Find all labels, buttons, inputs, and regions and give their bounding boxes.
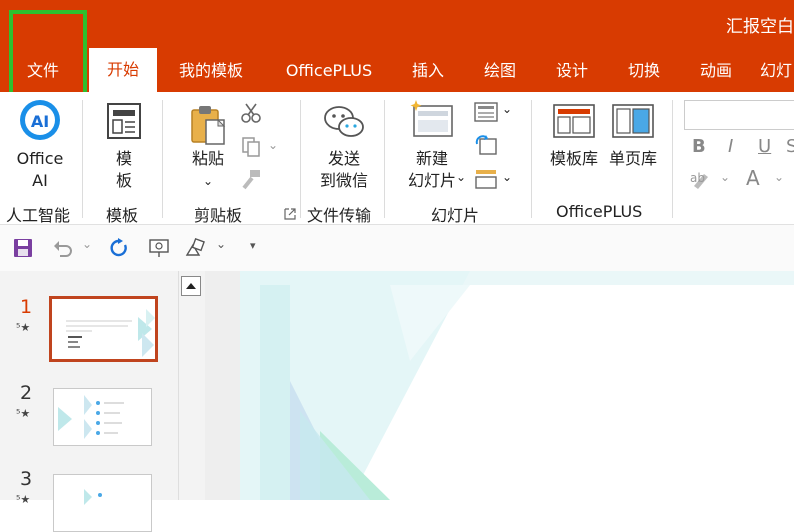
wechat-label1: 发送 bbox=[327, 149, 360, 168]
italic-button[interactable]: I bbox=[728, 136, 733, 157]
group-separator bbox=[531, 100, 532, 218]
group-slides-label: 幻灯片 bbox=[431, 206, 480, 225]
shapes-dropdown-icon[interactable]: ⌄ bbox=[216, 237, 226, 251]
bold-button[interactable]: B bbox=[692, 136, 706, 157]
new-slide-icon bbox=[410, 100, 453, 137]
tab-insert[interactable]: 插入 bbox=[400, 50, 456, 92]
ribbon: AI Office AI 人工智能 模 板 模板 粘贴 ⌄ ⌄ 剪贴板 发送 到… bbox=[0, 92, 794, 225]
section-dropdown-icon[interactable]: ⌄ bbox=[502, 170, 512, 184]
group-separator bbox=[82, 100, 83, 218]
cut-icon[interactable] bbox=[240, 102, 262, 124]
document-title: 汇报空白 bbox=[726, 17, 794, 37]
scroll-up-button[interactable] bbox=[181, 276, 201, 296]
tab-slideshow[interactable]: 幻灯 bbox=[760, 50, 794, 92]
template-button[interactable]: 模 板 bbox=[98, 100, 150, 200]
tab-my-templates[interactable]: 我的模板 bbox=[168, 50, 254, 92]
slide-number: 3 bbox=[20, 468, 33, 490]
wechat-icon bbox=[324, 106, 364, 137]
group-officeplus-label: OfficePLUS bbox=[556, 202, 643, 221]
group-separator bbox=[162, 100, 163, 218]
group-clipboard-label: 剪贴板 bbox=[194, 206, 243, 225]
office-ai-label2: AI bbox=[32, 171, 48, 190]
new-slide-label1: 新建 bbox=[415, 149, 448, 168]
thumbnail-scrollbar[interactable] bbox=[178, 271, 206, 500]
font-color-dropdown-icon[interactable]: ⌄ bbox=[774, 170, 784, 184]
reset-icon[interactable] bbox=[474, 134, 498, 156]
group-file-transfer-label: 文件传输 bbox=[307, 206, 372, 225]
paste-icon bbox=[191, 106, 226, 145]
quick-access-toolbar: ⌄ ⌄ ▾ bbox=[0, 225, 794, 271]
tab-draw[interactable]: 绘图 bbox=[472, 50, 528, 92]
slide-thumbnail-preview bbox=[52, 299, 155, 359]
office-ai-button[interactable]: AI Office AI bbox=[8, 98, 72, 198]
tab-transitions[interactable]: 切换 bbox=[616, 50, 672, 92]
slide-thumbnail-preview bbox=[54, 475, 151, 531]
slide-thumbnail-3[interactable] bbox=[53, 474, 152, 532]
template-label2: 板 bbox=[115, 171, 132, 190]
svg-text:ab: ab bbox=[690, 171, 705, 185]
customize-toolbar-icon[interactable]: ▾ bbox=[250, 239, 256, 252]
slide-thumbnail-preview bbox=[54, 389, 151, 445]
highlight-dropdown-icon[interactable]: ⌄ bbox=[720, 170, 730, 184]
paste-label: 粘贴 bbox=[191, 149, 224, 168]
highlight-pen-icon[interactable]: ab bbox=[690, 168, 714, 190]
tab-home[interactable]: 开始 bbox=[89, 48, 157, 92]
new-slide-button[interactable]: 新建 幻灯片 ⌄ bbox=[394, 98, 470, 200]
group-separator bbox=[300, 100, 301, 218]
save-icon[interactable] bbox=[12, 237, 34, 259]
format-painter-icon[interactable] bbox=[240, 168, 262, 190]
redo-icon[interactable] bbox=[108, 237, 130, 259]
slide-number: 1 bbox=[20, 296, 33, 318]
office-ai-label1: Office bbox=[16, 149, 64, 168]
layout-dropdown-icon[interactable]: ⌄ bbox=[502, 102, 512, 116]
group-ai-label: 人工智能 bbox=[6, 206, 71, 225]
ai-icon: AI bbox=[20, 100, 60, 140]
current-slide[interactable] bbox=[240, 271, 794, 500]
new-slide-dropdown-icon[interactable]: ⌄ bbox=[456, 170, 466, 184]
undo-dropdown-icon[interactable]: ⌄ bbox=[82, 237, 92, 251]
single-page-library-button[interactable]: 单页库 bbox=[604, 100, 662, 170]
template-library-button[interactable]: 模板库 bbox=[544, 100, 604, 170]
slide-thumbnail-2[interactable] bbox=[53, 388, 152, 446]
group-template-label: 模板 bbox=[106, 206, 139, 225]
undo-icon[interactable] bbox=[52, 237, 74, 259]
layout-icon[interactable] bbox=[474, 102, 498, 122]
slide-thumbnail-pane: 1 ⁵★ 2 ⁵★ 3 ⁵★ bbox=[0, 271, 178, 532]
copy-dropdown-icon[interactable]: ⌄ bbox=[268, 138, 278, 152]
single-page-library-label: 单页库 bbox=[608, 149, 657, 168]
strikethrough-button[interactable]: S bbox=[786, 136, 794, 157]
svg-text:AI: AI bbox=[31, 112, 49, 131]
template-icon bbox=[107, 103, 141, 139]
single-page-library-icon bbox=[612, 104, 654, 138]
template-library-label: 模板库 bbox=[549, 149, 598, 168]
slide-thumbnail-1[interactable] bbox=[49, 296, 158, 362]
ribbon-tab-bar: 汇报空白 文件 开始 我的模板 OfficePLUS 插入 绘图 设计 切换 动… bbox=[0, 0, 794, 92]
font-color-button[interactable]: A bbox=[746, 166, 760, 190]
dialog-launcher-icon[interactable] bbox=[284, 208, 296, 220]
group-separator bbox=[672, 100, 673, 218]
template-library-icon bbox=[553, 104, 595, 138]
shapes-icon[interactable] bbox=[184, 237, 206, 259]
slide-number: 2 bbox=[20, 382, 33, 404]
underline-button[interactable]: U bbox=[758, 136, 771, 157]
group-separator bbox=[384, 100, 385, 218]
tab-officeplus[interactable]: OfficePLUS bbox=[278, 50, 380, 92]
animation-star-icon: ⁵★ bbox=[16, 321, 31, 334]
paste-button[interactable]: 粘贴 ⌄ bbox=[180, 100, 236, 200]
slide-editor-area bbox=[205, 271, 794, 500]
copy-icon[interactable] bbox=[240, 136, 262, 158]
slide-background-art bbox=[240, 271, 794, 500]
section-icon[interactable] bbox=[474, 168, 498, 190]
wechat-label2: 到微信 bbox=[319, 171, 368, 190]
slideshow-icon[interactable] bbox=[148, 237, 170, 259]
font-name-input[interactable] bbox=[684, 100, 794, 130]
template-label1: 模 bbox=[115, 149, 132, 168]
paste-dropdown-icon[interactable]: ⌄ bbox=[180, 170, 236, 192]
send-to-wechat-button[interactable]: 发送 到微信 bbox=[308, 100, 380, 200]
tab-design[interactable]: 设计 bbox=[544, 50, 600, 92]
tab-animations[interactable]: 动画 bbox=[688, 50, 744, 92]
arrow-up-icon bbox=[186, 283, 196, 289]
animation-star-icon: ⁵★ bbox=[16, 407, 31, 420]
